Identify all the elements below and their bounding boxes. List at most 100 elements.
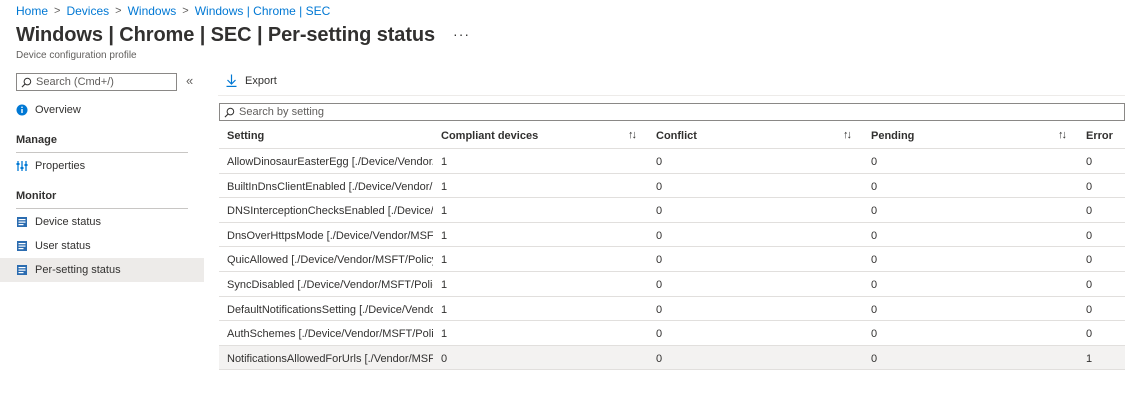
column-header-pending[interactable]: Pending xyxy=(871,130,914,142)
cell-conflict: 0 xyxy=(656,180,663,193)
table-body: AllowDinosaurEasterEgg [./Device/Vendor/… xyxy=(219,149,1125,371)
setting-search-placeholder: Search by setting xyxy=(239,106,324,118)
export-label: Export xyxy=(245,74,277,87)
nav-item-per-setting-status[interactable]: Per-setting status xyxy=(0,258,204,282)
section-monitor: Monitor xyxy=(16,190,57,202)
cell-setting: NotificationsAllowedForUrls [./Vendor/MS… xyxy=(227,352,433,365)
cell-error: 1 xyxy=(1086,352,1093,365)
sort-arrows-icon[interactable]: ↑↓ xyxy=(1058,129,1067,141)
cell-setting: AllowDinosaurEasterEgg [./Device/Vendor/… xyxy=(227,156,433,168)
cell-error: 0 xyxy=(1086,328,1093,341)
cell-conflict: 0 xyxy=(656,328,663,341)
nav-item-user-status[interactable]: User status xyxy=(0,234,204,258)
cell-pending: 0 xyxy=(871,205,878,218)
cell-setting: AuthSchemes [./Device/Vendor/MSFT/Policy… xyxy=(227,328,433,341)
nav-label-properties: Properties xyxy=(35,160,86,172)
download-arrow-icon xyxy=(226,74,237,87)
column-header-setting[interactable]: Setting xyxy=(227,130,433,142)
cell-pending: 0 xyxy=(871,156,878,168)
cell-setting: QuicAllowed [./Device/Vendor/MSFT/Policy… xyxy=(227,254,433,267)
nav-label-device-status: Device status xyxy=(35,216,102,228)
nav-label-overview: Overview xyxy=(35,104,81,116)
section-divider xyxy=(16,208,188,209)
search-icon xyxy=(21,77,32,87)
table-row[interactable]: DNSInterceptionChecksEnabled [./Device/V… xyxy=(219,198,1125,223)
cell-conflict: 0 xyxy=(656,254,663,267)
title-row: Windows | Chrome | SEC | Per-setting sta… xyxy=(16,24,470,47)
table-header: Setting Compliant devices ↑↓ Conflict ↑↓… xyxy=(219,124,1125,149)
cell-compliant-devices: 1 xyxy=(441,205,448,218)
cell-error: 0 xyxy=(1086,303,1093,316)
cell-pending: 0 xyxy=(871,303,878,316)
page-subtitle: Device configuration profile xyxy=(16,50,137,61)
cell-error: 0 xyxy=(1086,254,1093,267)
cell-compliant-devices: 1 xyxy=(441,278,448,291)
cell-setting: DNSInterceptionChecksEnabled [./Device/V… xyxy=(227,205,433,218)
table-row[interactable]: NotificationsAllowedForUrls [./Vendor/MS… xyxy=(219,345,1125,371)
more-options-button[interactable]: ··· xyxy=(453,26,470,42)
cell-conflict: 0 xyxy=(656,156,663,168)
cell-error: 0 xyxy=(1086,156,1093,168)
cell-compliant-devices: 1 xyxy=(441,303,448,316)
table-row[interactable]: DefaultNotificationsSetting [./Device/Ve… xyxy=(219,297,1125,322)
list-icon xyxy=(16,216,28,228)
export-button[interactable]: Export xyxy=(226,74,277,87)
column-header-error[interactable]: Error xyxy=(1086,130,1113,142)
chevron-right-icon: > xyxy=(54,5,61,17)
list-icon xyxy=(16,240,28,252)
column-header-compliant[interactable]: Compliant devices xyxy=(441,130,538,142)
cell-setting: DnsOverHttpsMode [./Device/Vendor/MSFT/.… xyxy=(227,229,433,242)
nav-label-user-status: User status xyxy=(35,240,91,252)
cell-conflict: 0 xyxy=(656,352,663,365)
sliders-icon xyxy=(16,160,28,172)
column-header-conflict[interactable]: Conflict xyxy=(656,130,697,142)
breadcrumb-profile[interactable]: Windows | Chrome | SEC xyxy=(195,4,331,18)
table-row[interactable]: QuicAllowed [./Device/Vendor/MSFT/Policy… xyxy=(219,247,1125,272)
nav-item-overview[interactable]: Overview xyxy=(0,98,204,122)
cell-compliant-devices: 0 xyxy=(441,352,448,365)
cell-compliant-devices: 1 xyxy=(441,229,448,242)
cell-conflict: 0 xyxy=(656,229,663,242)
breadcrumb-devices[interactable]: Devices xyxy=(66,4,109,18)
collapse-nav-button[interactable]: « xyxy=(186,73,193,88)
cell-conflict: 0 xyxy=(656,278,663,291)
chevron-right-icon: > xyxy=(115,5,122,17)
nav-item-properties[interactable]: Properties xyxy=(0,154,204,178)
info-icon xyxy=(16,104,28,116)
cell-error: 0 xyxy=(1086,229,1093,242)
cell-setting: SyncDisabled [./Device/Vendor/MSFT/Polic… xyxy=(227,278,433,291)
breadcrumb: Home > Devices > Windows > Windows | Chr… xyxy=(16,4,330,18)
cell-error: 0 xyxy=(1086,180,1093,193)
nav-search-placeholder: Search (Cmd+/) xyxy=(36,76,114,88)
section-divider xyxy=(16,152,188,153)
cell-pending: 0 xyxy=(871,229,878,242)
cell-conflict: 0 xyxy=(656,303,663,316)
cell-pending: 0 xyxy=(871,278,878,291)
cell-conflict: 0 xyxy=(656,205,663,218)
setting-search-input[interactable]: Search by setting xyxy=(219,103,1125,121)
sort-arrows-icon[interactable]: ↑↓ xyxy=(628,129,637,141)
nav-search-input[interactable]: Search (Cmd+/) xyxy=(16,73,177,91)
table-row[interactable]: BuiltInDnsClientEnabled [./Device/Vendor… xyxy=(219,174,1125,199)
table-row[interactable]: SyncDisabled [./Device/Vendor/MSFT/Polic… xyxy=(219,272,1125,297)
cell-compliant-devices: 1 xyxy=(441,156,448,168)
cell-pending: 0 xyxy=(871,254,878,267)
nav-item-device-status[interactable]: Device status xyxy=(0,210,204,234)
cell-pending: 0 xyxy=(871,180,878,193)
breadcrumb-home[interactable]: Home xyxy=(16,4,48,18)
per-setting-table: Setting Compliant devices ↑↓ Conflict ↑↓… xyxy=(219,124,1125,371)
section-manage: Manage xyxy=(16,134,57,146)
table-row[interactable]: AllowDinosaurEasterEgg [./Device/Vendor/… xyxy=(219,149,1125,174)
cell-compliant-devices: 1 xyxy=(441,328,448,341)
breadcrumb-windows[interactable]: Windows xyxy=(128,4,177,18)
cell-error: 0 xyxy=(1086,205,1093,218)
cell-compliant-devices: 1 xyxy=(441,180,448,193)
sort-arrows-icon[interactable]: ↑↓ xyxy=(843,129,852,141)
cell-setting: DefaultNotificationsSetting [./Device/Ve… xyxy=(227,303,433,316)
table-row[interactable]: AuthSchemes [./Device/Vendor/MSFT/Policy… xyxy=(219,321,1125,346)
left-nav: Search (Cmd+/) « Overview Manage Propert… xyxy=(0,70,204,400)
list-icon xyxy=(16,264,28,276)
search-icon xyxy=(224,107,235,117)
cell-pending: 0 xyxy=(871,352,878,365)
table-row[interactable]: DnsOverHttpsMode [./Device/Vendor/MSFT/.… xyxy=(219,223,1125,248)
